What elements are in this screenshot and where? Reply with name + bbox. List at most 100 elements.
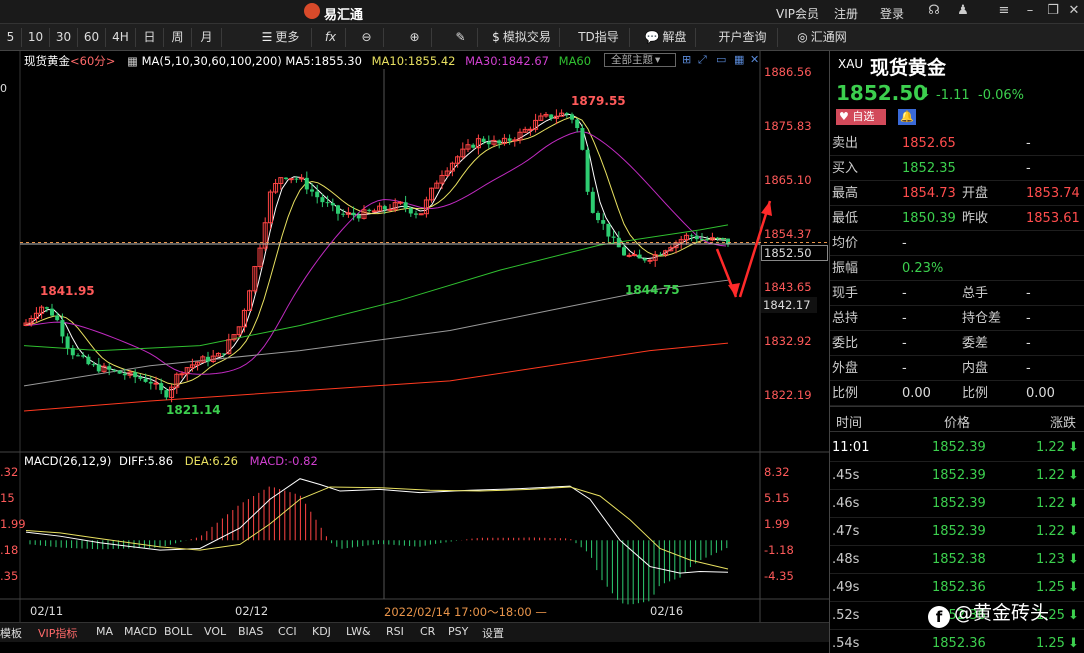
candle-body bbox=[387, 208, 393, 211]
quote-row: 均价 - bbox=[830, 231, 1084, 256]
tick-change: 1.23 bbox=[1036, 552, 1065, 567]
tab-cr[interactable]: CR bbox=[420, 625, 435, 638]
quote-row-label: 振幅 bbox=[832, 261, 859, 276]
tick-row: .54s 1852.36 1.25 ⬇ bbox=[830, 630, 1084, 653]
expand-icon[interactable]: ⤢ bbox=[698, 53, 707, 67]
candle-body bbox=[564, 113, 569, 115]
analysis-button[interactable]: 💬 解盘 bbox=[636, 28, 696, 47]
draw-button[interactable]: ✎ bbox=[444, 28, 478, 47]
vip-member-link[interactable]: VIP会员 bbox=[776, 5, 819, 22]
quote-price: 1852.50 bbox=[836, 81, 928, 105]
maximize-icon[interactable]: ❐ bbox=[1045, 3, 1061, 19]
minimize-icon[interactable]: – bbox=[1022, 3, 1038, 19]
tick-time: .48s bbox=[832, 552, 860, 567]
candle-body bbox=[206, 356, 210, 362]
watermark-text: @黄金砖头 bbox=[954, 602, 1050, 624]
zoom-out-button[interactable]: ⊖ bbox=[350, 28, 384, 47]
td-guide-button[interactable]: TD指导 bbox=[568, 28, 630, 47]
account-query-button[interactable]: 开户查询 bbox=[708, 28, 778, 47]
huitong-net-button[interactable]: ◎ 汇通网 bbox=[786, 28, 858, 47]
macd-axis-label: 5.15 bbox=[764, 491, 790, 505]
candle-body bbox=[86, 356, 91, 365]
tab-settings[interactable]: 设置 bbox=[482, 625, 504, 641]
tick-time: 11:01 bbox=[832, 440, 870, 455]
high-annotation: 1879.55 bbox=[571, 94, 626, 108]
quote-row-value2: - bbox=[1026, 161, 1031, 176]
tab-lw[interactable]: LW& bbox=[346, 625, 371, 638]
pencil-icon: ✎ bbox=[455, 30, 466, 44]
bell-icon[interactable]: 🔔 bbox=[898, 109, 916, 125]
candle-body bbox=[320, 197, 325, 203]
login-link[interactable]: 登录 bbox=[880, 5, 904, 22]
more-label: 更多 bbox=[275, 30, 300, 44]
tick-price: 1852.39 bbox=[932, 524, 986, 539]
quote-row-value: - bbox=[902, 286, 907, 301]
candle-body bbox=[143, 378, 148, 382]
quote-row-value: 1852.35 bbox=[902, 161, 956, 176]
sim-trade-label: 模拟交易 bbox=[502, 30, 551, 44]
headset-icon[interactable]: ☊ bbox=[926, 3, 942, 19]
period-10[interactable]: 10 bbox=[22, 28, 50, 47]
quote-row-value: 1850.39 bbox=[902, 211, 956, 226]
period-day[interactable]: 日 bbox=[136, 28, 164, 47]
tab-kdj[interactable]: KDJ bbox=[312, 625, 331, 638]
period-week[interactable]: 周 bbox=[164, 28, 192, 47]
period-month[interactable]: 月 bbox=[192, 28, 222, 47]
price-axis-label: 1865.10 bbox=[764, 173, 812, 187]
menu-icon[interactable]: ≡ bbox=[996, 3, 1012, 19]
tab-template[interactable]: 模板 bbox=[0, 625, 22, 641]
kline-chart[interactable] bbox=[0, 51, 829, 622]
theme-dropdown[interactable]: 全部主题 ▾ bbox=[604, 53, 676, 67]
candle-body bbox=[336, 205, 340, 214]
chart-pane[interactable]: 现货黄金<60分> ▦ MA(5,10,30,60,100,200) MA5:1… bbox=[0, 51, 829, 622]
register-link[interactable]: 注册 bbox=[834, 5, 858, 22]
quote-row-value2: - bbox=[1026, 286, 1031, 301]
grid-icon[interactable]: ▦ bbox=[734, 53, 744, 66]
quote-row: 委比 - 委差 - bbox=[830, 331, 1084, 356]
sim-trade-button[interactable]: $ 模拟交易 bbox=[484, 28, 560, 47]
period-5[interactable]: 5 bbox=[0, 28, 22, 47]
favorite-button[interactable]: ♥ 自选 bbox=[836, 109, 886, 125]
ticks-header-time: 时间 bbox=[836, 416, 863, 431]
candle-body bbox=[382, 206, 387, 210]
tab-bias[interactable]: BIAS bbox=[238, 625, 263, 638]
tick-time: .52s bbox=[832, 608, 860, 623]
tab-vip-indicator[interactable]: VIP指标 bbox=[38, 625, 77, 641]
shirt-icon[interactable]: ♟ bbox=[955, 3, 971, 19]
close-icon[interactable]: ✕ bbox=[1066, 3, 1082, 19]
tab-macd[interactable]: MACD bbox=[124, 625, 157, 638]
candle-body bbox=[294, 178, 299, 180]
huitong-net-label: 汇通网 bbox=[810, 30, 847, 44]
formula-button[interactable]: fx bbox=[316, 28, 346, 47]
quote-row-value: 0.23% bbox=[902, 261, 944, 276]
candle-body bbox=[512, 139, 518, 142]
candle-body bbox=[304, 177, 309, 190]
layout-icon[interactable]: ⊞ bbox=[682, 53, 691, 66]
quote-row-label: 总持 bbox=[832, 311, 859, 326]
macd-params: MACD(26,12,9) bbox=[24, 454, 112, 468]
close-chart-icon[interactable]: ✕ bbox=[750, 53, 759, 66]
quote-row-label2: 昨收 bbox=[962, 211, 989, 226]
chat-icon: 💬 bbox=[644, 30, 660, 44]
window-icon[interactable]: ▭ bbox=[716, 53, 726, 66]
tab-boll[interactable]: BOLL bbox=[164, 625, 192, 638]
candle-body bbox=[148, 381, 153, 384]
tick-time: .45s bbox=[832, 468, 860, 483]
tab-cci[interactable]: CCI bbox=[278, 625, 297, 638]
tab-psy[interactable]: PSY bbox=[448, 625, 468, 638]
tab-vol[interactable]: VOL bbox=[204, 625, 226, 638]
tab-ma[interactable]: MA bbox=[96, 625, 113, 638]
price-axis-label: 1843.65 bbox=[764, 280, 812, 294]
quote-name: 现货黄金 bbox=[870, 57, 947, 79]
period-30[interactable]: 30 bbox=[50, 28, 78, 47]
chart-header: 现货黄金<60分> ▦ MA(5,10,30,60,100,200) MA5:1… bbox=[24, 53, 591, 69]
x-label-0216: 02/16 bbox=[650, 604, 684, 618]
zoom-in-button[interactable]: ⊕ bbox=[398, 28, 432, 47]
period-60[interactable]: 60 bbox=[78, 28, 106, 47]
quote-row-label: 外盘 bbox=[832, 361, 859, 376]
candle-body bbox=[310, 189, 314, 192]
candle-body bbox=[117, 370, 122, 374]
more-button[interactable]: ☰ 更多 bbox=[250, 28, 312, 47]
period-4h[interactable]: 4H bbox=[106, 28, 136, 47]
tab-rsi[interactable]: RSI bbox=[386, 625, 404, 638]
